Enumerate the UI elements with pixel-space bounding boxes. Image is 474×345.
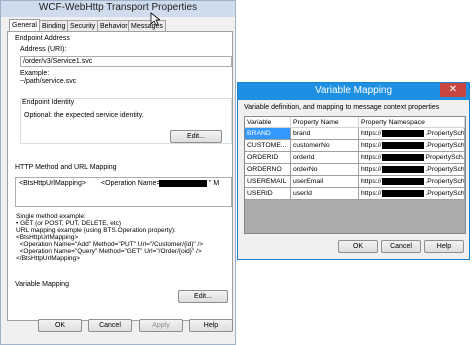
general-tab-panel: Endpoint Address Address (URI): /order/v… [7, 31, 233, 321]
grid-cell-property-name[interactable]: orderId [291, 152, 359, 164]
grid-cell-property-namespace[interactable]: https:// .PropertySch... [359, 188, 465, 200]
variable-mapping-grid[interactable]: Variable Property Name Property Namespac… [244, 116, 466, 234]
http-mapping-group-label: HTTP Method and URL Mapping [15, 164, 117, 171]
redaction-bar [382, 141, 425, 149]
column-header-property-namespace[interactable]: Property Namespace [359, 117, 465, 128]
namespace-suffix: .PropertySch... [425, 166, 465, 173]
grid-cell-property-namespace[interactable]: https:// .PropertySch... [359, 140, 465, 152]
namespace-prefix: https:// [361, 178, 382, 185]
namespace-suffix: .PropertySch... [425, 130, 465, 137]
grid-cell-property-namespace[interactable]: https:// .PropertySch... [359, 164, 465, 176]
mapping-line-1: <BtsHttpUrlMapping> [19, 180, 86, 187]
window-title: WCF-WebHttp Transport Properties [38, 2, 198, 13]
namespace-suffix: .PropertySch... [425, 178, 465, 185]
close-icon[interactable]: ✕ [440, 83, 466, 97]
variable-mapping-window: Variable Mapping ✕ Variable definition, … [237, 82, 470, 260]
mapping-help-text: Single method example: • GET (or POST, P… [16, 213, 204, 262]
grid-cell-property-name[interactable]: orderNo [291, 164, 359, 176]
identity-description: Optional: the expected service identity. [24, 112, 144, 119]
endpoint-address-group-label: Endpoint Address [15, 35, 70, 42]
variable-mapping-group-label: Variable Mapping [15, 281, 69, 288]
redaction-bar [382, 189, 425, 197]
grid-cell-variable[interactable]: USERID [245, 188, 291, 200]
mapping-line-2-end: " M [209, 180, 220, 187]
namespace-suffix: .PropertySch... [425, 142, 465, 149]
vm-cancel-button[interactable]: Cancel [381, 240, 421, 253]
grid-cell-property-name[interactable]: userEmail [291, 176, 359, 188]
grid-cell-property-name[interactable]: userId [291, 188, 359, 200]
grid-cell-property-name[interactable]: customerNo [291, 140, 359, 152]
column-header-property-name[interactable]: Property Name [291, 117, 359, 128]
vm-window-title: Variable Mapping [314, 85, 393, 96]
namespace-prefix: https:// [361, 154, 382, 161]
vm-description: Variable definition, and mapping to mess… [244, 104, 440, 111]
grid-cell-variable[interactable]: CUSTOME... [245, 140, 291, 152]
namespace-prefix: https:// [361, 166, 382, 173]
address-input[interactable]: /order/v3/Service1.svc [20, 56, 232, 67]
redaction-bar [382, 129, 425, 137]
grid-cell-property-name[interactable]: brand [291, 128, 359, 140]
redaction-bar [159, 180, 207, 187]
namespace-prefix: https:// [361, 190, 382, 197]
grid-cell-variable[interactable]: ORDERID [245, 152, 291, 164]
apply-button[interactable]: Apply [139, 319, 183, 332]
grid-cell-property-namespace[interactable]: https:// .PropertySch... [359, 176, 465, 188]
redaction-bar [382, 177, 425, 185]
grid-cell-variable[interactable]: USEREMAIL [245, 176, 291, 188]
example-value: ~/path/service.svc [20, 78, 77, 85]
grid-cell-property-namespace[interactable]: https:// PropertySch... [359, 152, 465, 164]
namespace-prefix: https:// [361, 130, 382, 137]
vm-help-button[interactable]: Help [424, 240, 464, 253]
example-label: Example: [20, 70, 50, 77]
redaction-bar [382, 165, 425, 173]
redaction-bar [382, 153, 425, 161]
variable-mapping-edit-button[interactable]: Edit... [178, 290, 228, 303]
namespace-suffix: .PropertySch... [425, 190, 465, 197]
endpoint-identity-label: Endpoint Identity [22, 99, 75, 106]
url-mapping-textbox[interactable]: <BtsHttpUrlMapping> <Operation Name="Get… [15, 177, 232, 207]
ok-button[interactable]: OK [38, 319, 82, 332]
namespace-prefix: https:// [361, 142, 382, 149]
address-label: Address (URI): [20, 46, 67, 53]
mouse-cursor-icon [150, 12, 160, 26]
wcf-transport-properties-window: WCF-WebHttp Transport Properties General… [0, 0, 236, 345]
cancel-button[interactable]: Cancel [88, 319, 132, 332]
grid-cell-variable[interactable]: ORDERNO [245, 164, 291, 176]
grid-cell-variable[interactable]: BRAND [245, 128, 291, 140]
column-header-variable[interactable]: Variable [245, 117, 291, 128]
grid-cell-property-namespace[interactable]: https:// .PropertySch... [359, 128, 465, 140]
vm-ok-button[interactable]: OK [338, 240, 378, 253]
identity-edit-button[interactable]: Edit... [170, 130, 222, 143]
help-button[interactable]: Help [189, 319, 233, 332]
namespace-suffix: PropertySch... [425, 154, 465, 161]
